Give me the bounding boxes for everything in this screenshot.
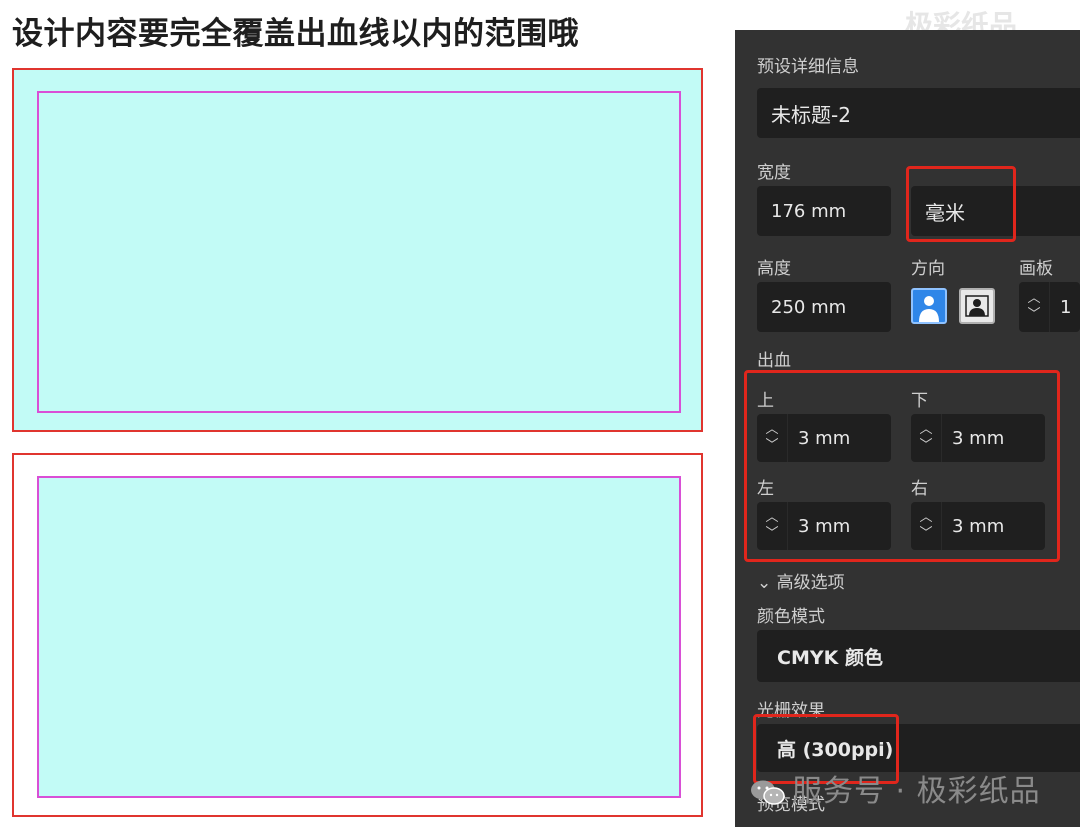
- artboard-value: 1: [1060, 296, 1072, 318]
- orientation-label: 方向: [911, 259, 945, 279]
- wechat-icon: [750, 779, 786, 807]
- watermark-text: 服务号 · 极彩纸品: [792, 774, 1041, 809]
- landscape-orientation-icon[interactable]: [959, 288, 995, 324]
- advanced-options-toggle[interactable]: ⌄ 高级选项: [757, 568, 845, 593]
- wechat-watermark: 服务号 · 极彩纸品: [750, 766, 1041, 810]
- page-heading: 设计内容要完全覆盖出血线以内的范围哦: [12, 16, 579, 52]
- width-input[interactable]: 176 mm: [757, 186, 891, 236]
- height-input[interactable]: 250 mm: [757, 282, 891, 332]
- trim-line-box: [37, 91, 681, 413]
- width-label: 宽度: [757, 163, 791, 183]
- artboard-label: 画板: [1019, 259, 1053, 279]
- chevron-down-icon: ⌄: [757, 573, 772, 593]
- portrait-orientation-icon[interactable]: [911, 288, 947, 324]
- height-label: 高度: [757, 259, 791, 279]
- bleed-highlight: [744, 370, 1060, 562]
- preset-details-panel: 预设详细信息 未标题-2 宽度 176 mm 毫米 高度 250 mm 方向 画…: [735, 30, 1080, 827]
- unit-highlight: [906, 166, 1016, 242]
- artboard-stepper[interactable]: ︿ ﹀ 1: [1019, 282, 1080, 332]
- stepper-arrows-icon[interactable]: ︿ ﹀: [1019, 282, 1050, 332]
- advanced-options-label: 高级选项: [776, 573, 845, 593]
- section-title: 预设详细信息: [757, 57, 859, 77]
- trim-line-box: [37, 476, 681, 798]
- example-incorrect-bleed-box: [12, 453, 703, 817]
- bleed-label: 出血: [757, 351, 791, 371]
- example-correct-bleed-box: [12, 68, 703, 432]
- document-name-input[interactable]: 未标题-2: [757, 88, 1080, 138]
- color-mode-label: 颜色模式: [757, 607, 825, 627]
- color-mode-select[interactable]: CMYK 颜色: [757, 630, 1080, 682]
